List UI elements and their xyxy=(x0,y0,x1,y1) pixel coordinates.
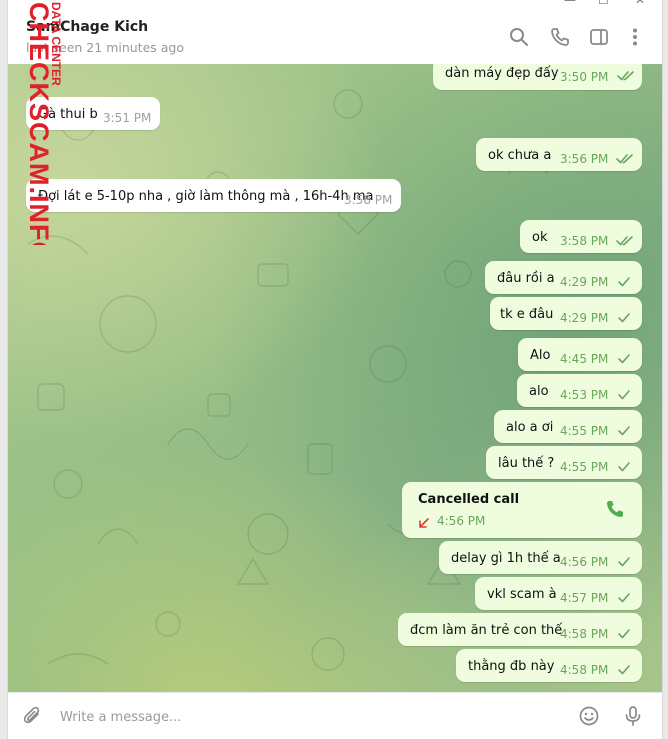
check-icon xyxy=(618,426,630,436)
check-icon xyxy=(618,313,630,323)
check-icon xyxy=(618,557,630,567)
message-composer xyxy=(8,692,662,739)
message-text: đcm làm ăn trẻ con thế xyxy=(410,623,563,638)
check-icon xyxy=(618,462,630,472)
message-time: 4:56 PM xyxy=(560,555,609,569)
message-bubble[interactable]: đcm làm ăn trẻ con thế 4:58 PM xyxy=(398,613,642,646)
message-time: 3:51 PM xyxy=(103,111,152,125)
message-bubble[interactable]: Alo 4:45 PM xyxy=(518,338,642,371)
chat-header: SamChage Kich last seen 21 minutes ago xyxy=(8,10,662,65)
search-icon[interactable] xyxy=(508,26,530,48)
message-bubble[interactable]: thằng đb này 4:58 PM xyxy=(456,649,642,682)
message-bubble[interactable]: dàn máy đẹp đấy 3:50 PM xyxy=(433,64,642,90)
message-text: vkl scam à xyxy=(487,587,557,602)
more-icon[interactable] xyxy=(624,26,646,48)
message-time: 4:45 PM xyxy=(560,352,609,366)
message-text: đâu rồi a xyxy=(497,271,555,286)
message-bubble[interactable]: alo 4:53 PM xyxy=(517,374,642,407)
message-bubble[interactable]: delay gì 1h thế a 4:56 PM xyxy=(439,541,642,574)
message-time: 4:55 PM xyxy=(560,424,609,438)
message-text: alo a ơi xyxy=(506,420,554,435)
message-text: delay gì 1h thế a xyxy=(451,551,561,566)
message-time: 4:53 PM xyxy=(560,388,609,402)
call-message[interactable]: Cancelled call 4:56 PM xyxy=(402,482,642,538)
message-text: tk e đâu xyxy=(500,307,554,322)
check-icon xyxy=(618,629,630,639)
emoji-icon[interactable] xyxy=(578,705,600,727)
message-time: 4:29 PM xyxy=(560,275,609,289)
message-text: ok chưa a xyxy=(488,148,552,163)
message-time: 4:57 PM xyxy=(560,591,609,605)
message-text: lâu thế ? xyxy=(498,456,555,471)
message-bubble[interactable]: đâu rồi a 4:29 PM xyxy=(485,261,642,294)
sidebar-toggle-icon[interactable] xyxy=(588,26,610,48)
watermark: CHECKSCAM.INFO DATA CENTER xyxy=(24,2,62,245)
message-bubble[interactable]: lâu thế ? 4:55 PM xyxy=(486,446,642,479)
check-icon xyxy=(618,354,630,364)
watermark-small: DATA CENTER xyxy=(49,2,62,86)
message-text: alo xyxy=(529,384,549,399)
message-input[interactable] xyxy=(58,705,542,729)
call-time: 4:56 PM xyxy=(437,514,486,528)
double-check-icon xyxy=(617,71,634,81)
message-time: 3:56 PM xyxy=(560,152,609,166)
message-bubble[interactable]: ok chưa a 3:56 PM xyxy=(476,138,642,171)
check-icon xyxy=(618,665,630,675)
message-bubble[interactable]: Đợi lát e 5-10p nha , giờ làm thông mà ,… xyxy=(26,179,401,212)
check-icon xyxy=(618,277,630,287)
message-time: 4:29 PM xyxy=(560,311,609,325)
close-icon[interactable]: ✕ xyxy=(635,0,645,7)
message-bubble[interactable]: vkl scam à 4:57 PM xyxy=(475,577,642,610)
message-time: 3:58 PM xyxy=(560,234,609,248)
check-icon xyxy=(618,593,630,603)
message-time: 3:50 PM xyxy=(560,70,609,84)
message-time: 4:58 PM xyxy=(560,663,609,677)
message-text: ok xyxy=(532,230,548,245)
message-bubble[interactable]: ok 3:58 PM xyxy=(520,220,642,253)
telegram-window: — ☐ ✕ SamChage Kich last seen 21 minutes… xyxy=(7,0,663,739)
call-icon[interactable] xyxy=(604,498,626,520)
check-icon xyxy=(618,390,630,400)
message-text: Đợi lát e 5-10p nha , giờ làm thông mà ,… xyxy=(38,189,374,204)
phone-icon[interactable] xyxy=(549,26,571,48)
attach-icon[interactable] xyxy=(22,705,44,727)
message-bubble[interactable]: alo a ơi 4:55 PM xyxy=(494,410,642,443)
message-bubble[interactable]: tk e đâu 4:29 PM xyxy=(490,297,642,330)
message-text: Alo xyxy=(530,348,551,363)
call-title: Cancelled call xyxy=(418,492,520,507)
double-check-icon xyxy=(616,236,633,246)
message-area[interactable]: dàn máy đẹp đấy 3:50 PM Gà thui b 3:51 P… xyxy=(8,64,662,692)
missed-call-arrow-icon xyxy=(419,518,429,528)
message-time: 4:55 PM xyxy=(560,460,609,474)
minimize-icon[interactable]: — xyxy=(564,0,576,7)
maximize-icon[interactable]: ☐ xyxy=(598,0,609,7)
message-text: thằng đb này xyxy=(468,659,555,674)
message-time: 3:58 PM xyxy=(344,193,393,207)
microphone-icon[interactable] xyxy=(622,705,644,727)
double-check-icon xyxy=(616,154,633,164)
message-text: dàn máy đẹp đấy xyxy=(445,66,559,81)
message-time: 4:58 PM xyxy=(560,627,609,641)
window-titlebar: — ☐ ✕ xyxy=(8,0,662,10)
